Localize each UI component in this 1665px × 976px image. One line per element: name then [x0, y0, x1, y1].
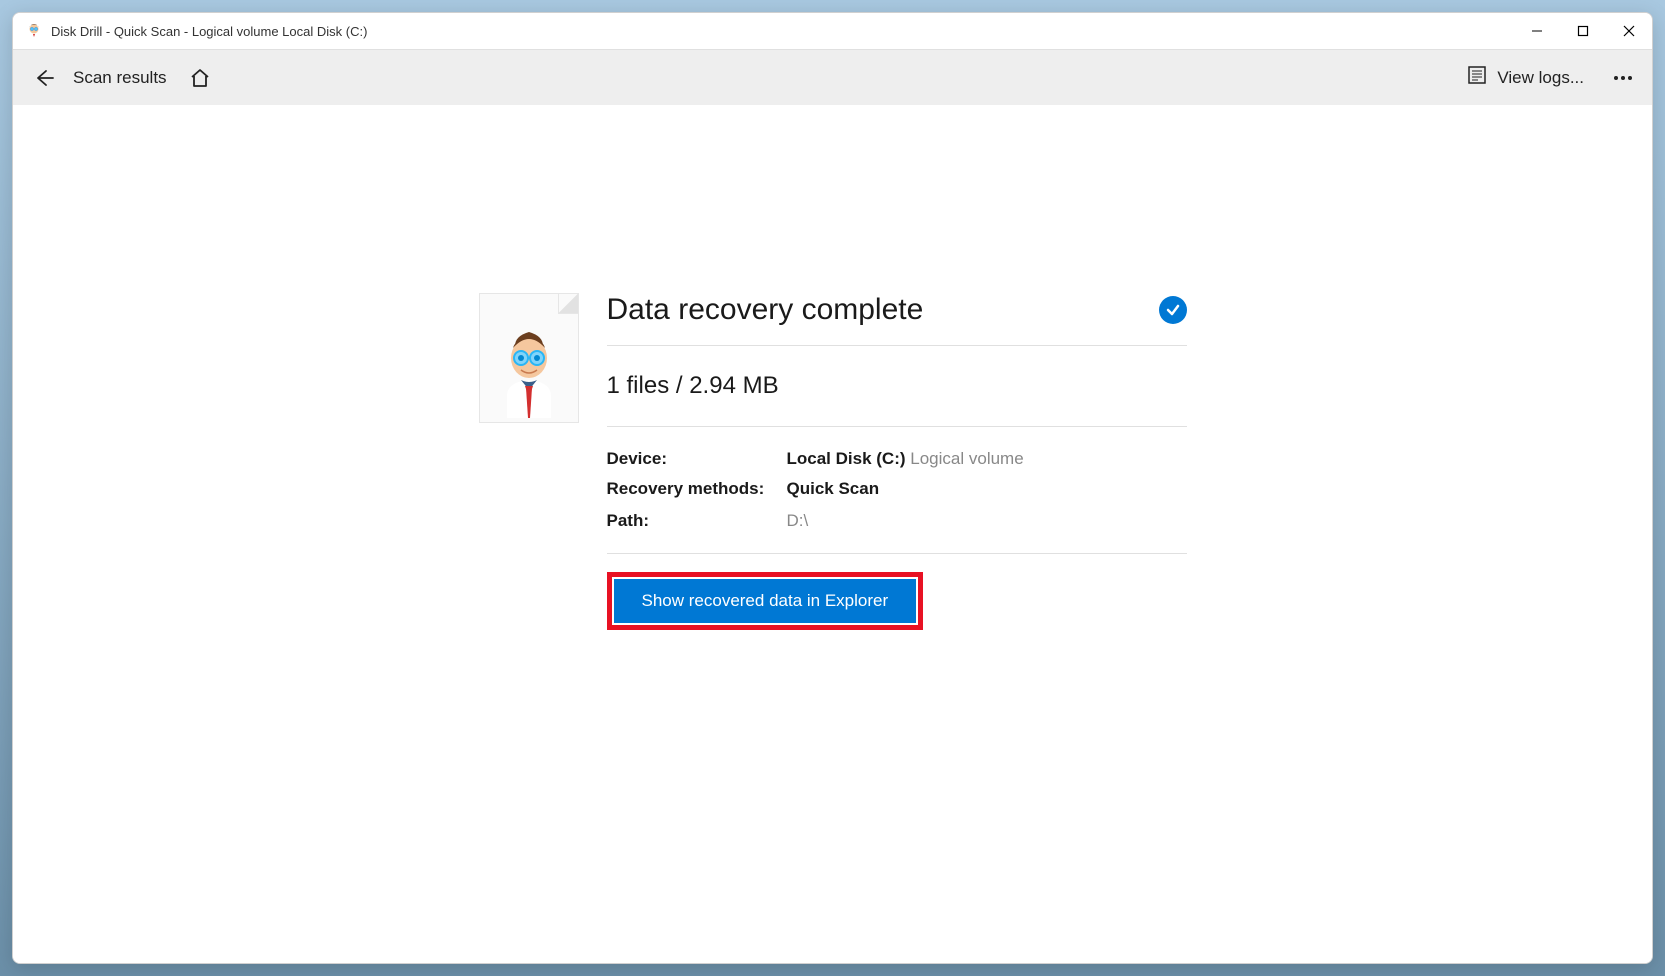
document-icon — [479, 293, 579, 423]
path-row: Path: D:\ — [607, 511, 1187, 531]
minimize-button[interactable] — [1514, 13, 1560, 49]
path-value: D:\ — [787, 511, 809, 531]
action-area: Show recovered data in Explorer — [607, 554, 1187, 630]
recovery-label: Recovery methods: — [607, 479, 787, 499]
app-window: Disk Drill - Quick Scan - Logical volume… — [12, 12, 1653, 964]
maximize-button[interactable] — [1560, 13, 1606, 49]
home-button[interactable] — [189, 67, 211, 89]
toolbar: Scan results View logs... — [13, 49, 1652, 105]
close-button[interactable] — [1606, 13, 1652, 49]
content-area: Data recovery complete 1 files / 2.94 MB… — [13, 105, 1652, 963]
back-button[interactable] — [31, 66, 55, 90]
window-title: Disk Drill - Quick Scan - Logical volume… — [51, 24, 1514, 39]
doctor-avatar-icon — [489, 318, 569, 418]
details-section: Data recovery complete 1 files / 2.94 MB… — [607, 293, 1187, 963]
header-row: Data recovery complete — [607, 293, 1187, 346]
recovery-row: Recovery methods: Quick Scan — [607, 479, 1187, 499]
page-title: Data recovery complete — [607, 293, 924, 327]
result-panel: Data recovery complete 1 files / 2.94 MB… — [479, 293, 1187, 963]
success-check-icon — [1159, 296, 1187, 324]
view-logs-label: View logs... — [1497, 68, 1584, 88]
logs-icon — [1467, 65, 1487, 90]
device-row: Device: Local Disk (C:) Logical volume — [607, 449, 1187, 469]
recovery-value: Quick Scan — [787, 479, 880, 499]
breadcrumb[interactable]: Scan results — [73, 68, 167, 88]
path-label: Path: — [607, 511, 787, 531]
window-controls — [1514, 13, 1652, 49]
device-value: Local Disk (C:) Logical volume — [787, 449, 1024, 469]
app-icon — [25, 22, 43, 40]
highlight-annotation: Show recovered data in Explorer — [607, 572, 924, 630]
view-logs-button[interactable]: View logs... — [1457, 59, 1594, 96]
device-label: Device: — [607, 449, 787, 469]
titlebar: Disk Drill - Quick Scan - Logical volume… — [13, 13, 1652, 49]
info-section: Device: Local Disk (C:) Logical volume R… — [607, 427, 1187, 554]
stats-text: 1 files / 2.94 MB — [607, 346, 1187, 427]
more-button[interactable] — [1612, 75, 1634, 81]
show-in-explorer-button[interactable]: Show recovered data in Explorer — [614, 579, 917, 623]
